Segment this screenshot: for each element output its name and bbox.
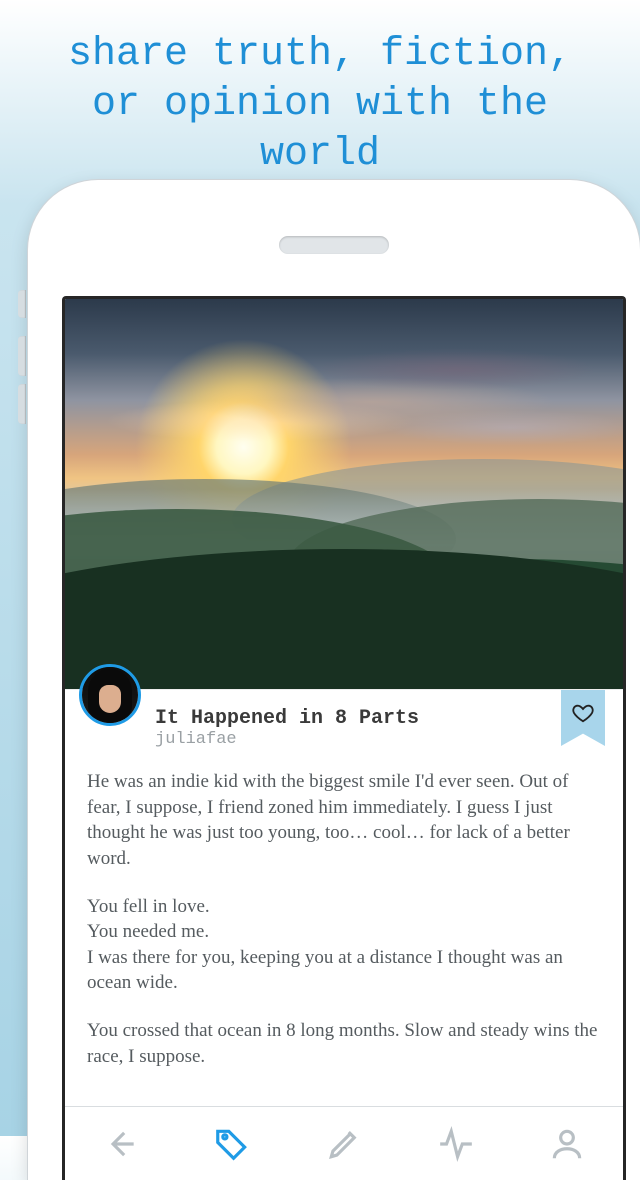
text-fade — [65, 1078, 623, 1106]
marketing-headline: share truth, fiction, or opinion with th… — [0, 0, 640, 200]
app-screen: It Happened in 8 Parts juliafae He was a… — [62, 296, 626, 1180]
tab-back[interactable] — [91, 1114, 151, 1174]
post-author[interactable]: juliafae — [155, 730, 419, 749]
heart-icon — [572, 702, 594, 724]
post-body[interactable]: He was an indie kid with the biggest smi… — [65, 759, 623, 1106]
tab-bar — [65, 1106, 623, 1180]
post-header: It Happened in 8 Parts juliafae — [65, 689, 623, 759]
post-image[interactable] — [65, 299, 623, 689]
back-icon — [102, 1125, 140, 1163]
tab-tags[interactable] — [202, 1114, 262, 1174]
phone-speaker — [279, 236, 389, 254]
tab-profile[interactable] — [537, 1114, 597, 1174]
tab-activity[interactable] — [426, 1114, 486, 1174]
post-paragraph: You crossed that ocean in 8 long months.… — [87, 1018, 601, 1069]
phone-side-buttons — [18, 290, 26, 432]
phone-frame: It Happened in 8 Parts juliafae He was a… — [28, 180, 640, 1180]
profile-icon — [548, 1125, 586, 1163]
compose-icon — [325, 1125, 363, 1163]
activity-icon — [437, 1125, 475, 1163]
tab-compose[interactable] — [314, 1114, 374, 1174]
post-paragraph: You fell in love. You needed me. I was t… — [87, 894, 601, 997]
tag-icon — [213, 1125, 251, 1163]
avatar[interactable] — [79, 664, 141, 726]
favorite-button[interactable] — [561, 690, 605, 746]
post-paragraph: He was an indie kid with the biggest smi… — [87, 769, 601, 872]
post-title: It Happened in 8 Parts — [155, 707, 419, 730]
